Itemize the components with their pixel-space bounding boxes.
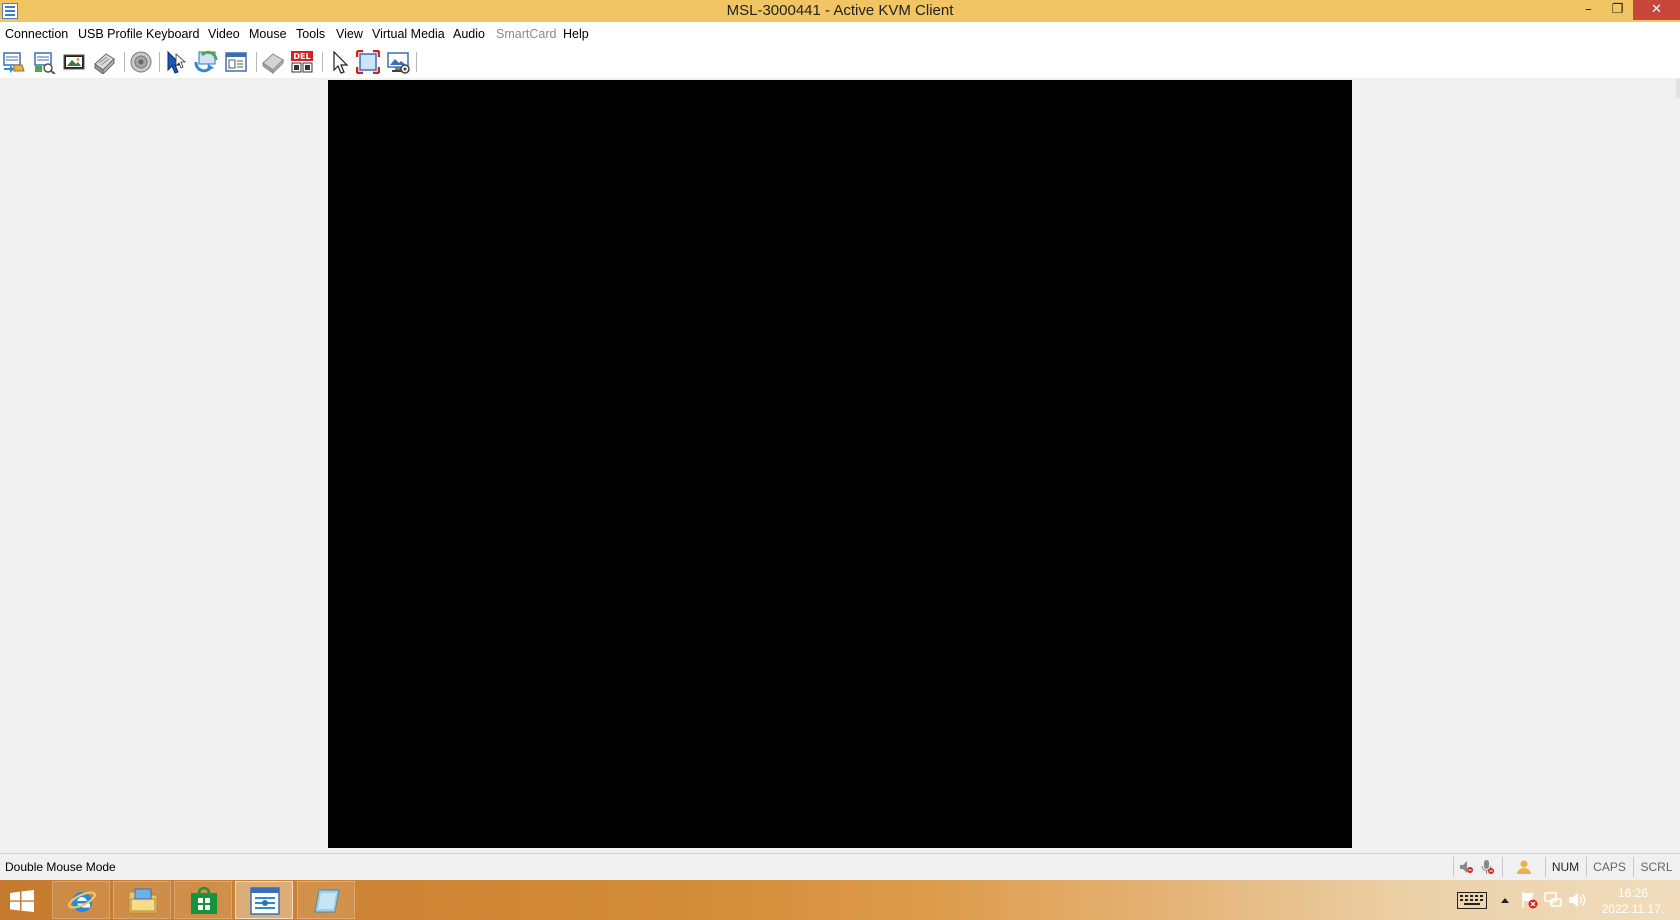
- show-hidden-icons-icon[interactable]: [1500, 896, 1510, 904]
- menu-video[interactable]: Video: [208, 27, 240, 41]
- file-explorer-icon: [128, 888, 158, 914]
- network-icon[interactable]: [1544, 891, 1562, 909]
- toolbar-separator: [256, 52, 257, 72]
- store-icon: [191, 887, 217, 914]
- action-center-flag-icon[interactable]: [1520, 891, 1538, 909]
- window-title: MSL-3000441 - Active KVM Client: [726, 2, 954, 19]
- notepad-icon: [314, 889, 340, 913]
- remote-screen[interactable]: [328, 80, 1352, 848]
- taskbar: 16:26 2022.11.17.: [0, 880, 1680, 920]
- connection-icon[interactable]: [2, 50, 26, 74]
- menu-usb-profile[interactable]: USB Profile: [78, 27, 143, 41]
- maximize-button[interactable]: ❐: [1604, 0, 1631, 20]
- taskbar-kvm-client[interactable]: [235, 881, 293, 919]
- single-cursor-icon[interactable]: [327, 50, 351, 74]
- num-lock-indicator: NUM: [1545, 857, 1585, 877]
- taskbar-file-explorer[interactable]: [113, 881, 171, 919]
- ctrl-alt-del-label: DEL: [293, 52, 310, 61]
- clock-date: 2022.11.17.: [1601, 902, 1665, 916]
- user-status-cell: [1502, 857, 1544, 877]
- menu-bar: Connection USB Profile Keyboard Video Mo…: [0, 22, 1680, 46]
- keyboard-macro-icon[interactable]: [92, 50, 116, 74]
- user-icon: [1517, 860, 1531, 874]
- start-button[interactable]: [0, 881, 48, 919]
- menu-view[interactable]: View: [336, 27, 363, 41]
- caps-lock-indicator: CAPS: [1586, 857, 1632, 877]
- refresh-video-icon[interactable]: [194, 50, 218, 74]
- touch-keyboard-icon[interactable]: [1457, 892, 1487, 909]
- menu-mouse[interactable]: Mouse: [249, 27, 287, 41]
- ctrl-alt-del-icon[interactable]: DEL: [290, 50, 314, 74]
- close-button[interactable]: ✕: [1633, 0, 1680, 20]
- taskbar-clock[interactable]: 16:26 2022.11.17.: [1588, 885, 1678, 917]
- video-settings-icon[interactable]: [62, 50, 86, 74]
- toolbar-separator: [416, 52, 417, 72]
- menu-help[interactable]: Help: [563, 27, 589, 41]
- menu-audio[interactable]: Audio: [453, 27, 485, 41]
- clock-time: 16:26: [1617, 886, 1649, 900]
- toolbar-separator: [322, 52, 323, 72]
- toolbar-separator: [159, 52, 160, 72]
- menu-connection[interactable]: Connection: [5, 27, 68, 41]
- menu-tools[interactable]: Tools: [296, 27, 325, 41]
- status-bar: Double Mouse Mode NUM CAPS SCRL: [0, 853, 1680, 879]
- status-message: Double Mouse Mode: [5, 860, 116, 874]
- internet-explorer-icon: [68, 891, 96, 912]
- start-icon: [10, 890, 34, 912]
- mouse-mode-icon[interactable]: [164, 50, 188, 74]
- scroll-lock-indicator: SCRL: [1633, 857, 1679, 877]
- minimize-button[interactable]: –: [1575, 0, 1602, 20]
- menu-keyboard[interactable]: Keyboard: [146, 27, 200, 41]
- menu-smartcard: SmartCard: [496, 27, 557, 41]
- volume-icon[interactable]: [1568, 891, 1586, 909]
- audio-status-cell: [1453, 857, 1501, 877]
- virtual-media-icon[interactable]: [261, 50, 285, 74]
- calibrate-icon[interactable]: [224, 50, 248, 74]
- kvm-client-icon: [250, 887, 280, 915]
- taskbar-internet-explorer[interactable]: [52, 881, 110, 919]
- audio-icon[interactable]: [129, 50, 153, 74]
- menu-virtual-media[interactable]: Virtual Media: [372, 27, 445, 41]
- scrollbar-hint[interactable]: [1676, 78, 1680, 98]
- capture-screen-icon[interactable]: [386, 50, 410, 74]
- content-area: [0, 78, 1680, 852]
- speaker-muted-icon: [1460, 861, 1473, 873]
- title-bar[interactable]: MSL-3000441 - Active KVM Client – ❐ ✕: [0, 0, 1680, 22]
- toolbar-separator: [124, 52, 125, 72]
- full-screen-icon[interactable]: [356, 50, 380, 74]
- usb-profile-icon[interactable]: [32, 50, 56, 74]
- taskbar-notepad[interactable]: [297, 881, 355, 919]
- microphone-muted-icon: [1481, 860, 1494, 874]
- toolbar: DEL: [0, 46, 1680, 78]
- taskbar-store[interactable]: [174, 881, 232, 919]
